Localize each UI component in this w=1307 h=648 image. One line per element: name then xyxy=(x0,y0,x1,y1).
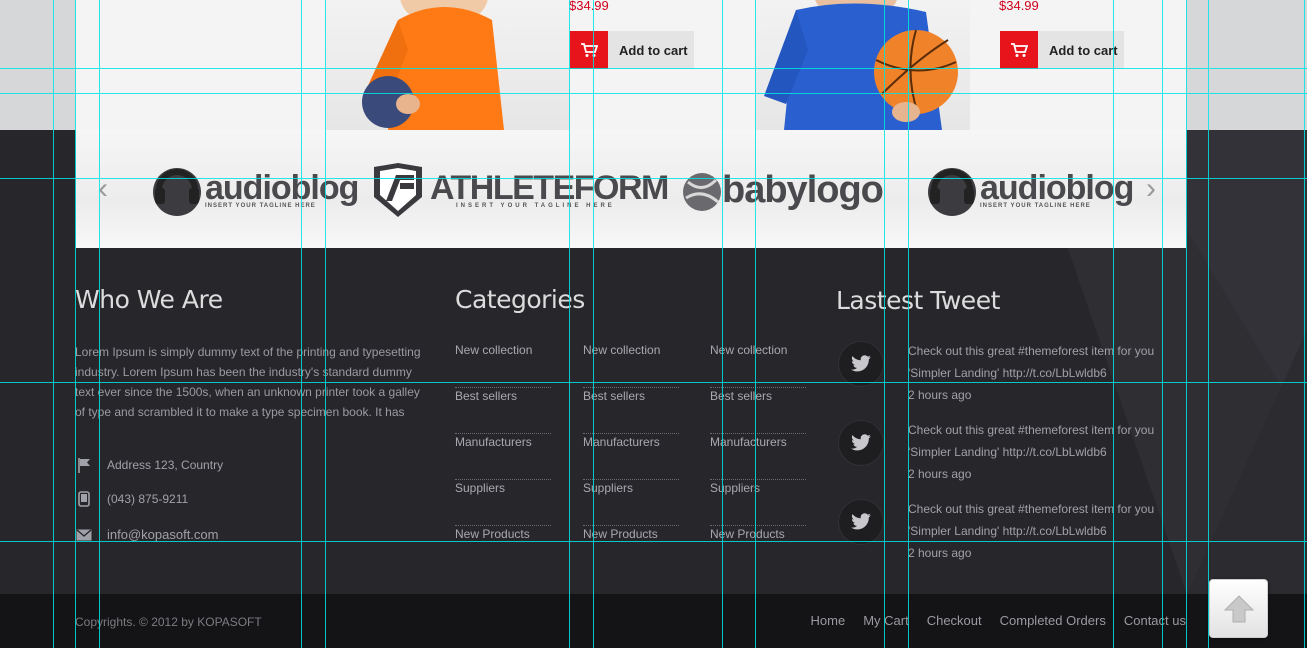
brand-logo[interactable]: babylogo xyxy=(682,162,884,218)
category-link[interactable]: Suppliers xyxy=(583,480,679,526)
phone-text: (043) 875-9211 xyxy=(107,492,189,506)
product-image-orange-shirt[interactable] xyxy=(326,0,570,130)
category-column: New collection Best sellers Manufacturer… xyxy=(583,342,679,572)
twitter-icon xyxy=(838,341,884,387)
category-link[interactable]: New Products xyxy=(583,526,679,572)
tweet-text: Check out this great #themeforest item f… xyxy=(908,423,1155,459)
tweet-text: Check out this great #themeforest item f… xyxy=(908,344,1155,380)
email-link[interactable]: info@kopasoft.com xyxy=(107,527,218,542)
who-we-are-heading: Who We Are xyxy=(75,285,223,314)
category-column: New collection Best sellers Manufacturer… xyxy=(455,342,551,572)
cart-icon xyxy=(1000,31,1038,69)
category-link[interactable]: New collection xyxy=(455,342,551,388)
address-text: Address 123, Country xyxy=(107,458,224,472)
footer-link-contact-us[interactable]: Contact us xyxy=(1124,613,1186,628)
category-link[interactable]: Manufacturers xyxy=(710,434,806,480)
shield-icon xyxy=(374,163,422,217)
add-to-cart-button[interactable]: Add to cart xyxy=(570,31,694,69)
category-link[interactable]: New Products xyxy=(710,526,806,572)
categories-heading: Categories xyxy=(455,285,585,314)
brand-logo[interactable]: audioblog INSERT YOUR TAGLINE HERE xyxy=(149,162,359,218)
brand-logo[interactable]: ATHLETEFORM INSERT YOUR TAGLINE HERE xyxy=(370,162,669,218)
brand-logo[interactable]: audioblog INSERT YOUR TAGLINE HERE xyxy=(924,162,1134,218)
brand-carousel: ‹ audioblog INSERT YOUR TAGLINE HERE ATHL… xyxy=(76,130,1186,248)
brand-name: audioblog xyxy=(980,169,1134,207)
category-link[interactable]: New Products xyxy=(455,526,551,572)
footer-link-my-cart[interactable]: My Cart xyxy=(863,613,909,628)
category-link[interactable]: New collection xyxy=(583,342,679,388)
copyright-text: Copyrights. © 2012 by KOPASOFT xyxy=(75,615,262,629)
category-link[interactable]: Suppliers xyxy=(455,480,551,526)
tweet-item: Check out this great #themeforest item f… xyxy=(836,498,1166,577)
contact-email[interactable]: info@kopasoft.com xyxy=(75,527,218,542)
twitter-icon xyxy=(838,420,884,466)
about-text: Lorem Ipsum is simply dummy text of the … xyxy=(75,345,421,419)
brand-name: audioblog xyxy=(205,169,359,207)
footer-link-checkout[interactable]: Checkout xyxy=(927,613,982,628)
category-link[interactable]: Best sellers xyxy=(583,388,679,434)
tweet-time: 2 hours ago xyxy=(908,467,972,481)
product-strip: $34.99 Add to cart $34.99 Add to cart xyxy=(0,0,1307,130)
carousel-next-arrow[interactable]: › xyxy=(1146,174,1156,204)
cart-icon xyxy=(570,31,608,69)
product-price: $34.99 xyxy=(569,0,609,13)
phone-icon xyxy=(75,491,93,507)
brand-name: babylogo xyxy=(722,169,884,211)
product-image-basketball[interactable] xyxy=(756,0,970,130)
arrow-up-icon xyxy=(1223,594,1254,622)
category-link[interactable]: Suppliers xyxy=(710,480,806,526)
tweet-item: Check out this great #themeforest item f… xyxy=(836,419,1166,498)
category-link[interactable]: Best sellers xyxy=(455,388,551,434)
tweet-item: Check out this great #themeforest item f… xyxy=(836,340,1166,419)
flag-icon xyxy=(75,457,93,473)
footer-nav: Home My Cart Checkout Completed Orders C… xyxy=(811,613,1186,628)
category-column: New collection Best sellers Manufacturer… xyxy=(710,342,806,572)
category-link[interactable]: Manufacturers xyxy=(455,434,551,480)
brand-name: ATHLETEFORM xyxy=(430,169,669,207)
add-to-cart-label: Add to cart xyxy=(619,42,688,58)
category-link[interactable]: Manufacturers xyxy=(583,434,679,480)
footer-link-home[interactable]: Home xyxy=(811,613,846,628)
tweet-time: 2 hours ago xyxy=(908,388,972,402)
latest-tweet-heading: Lastest Tweet xyxy=(836,286,1000,315)
mail-icon xyxy=(75,528,93,541)
twitter-icon xyxy=(838,499,884,545)
headphones-icon xyxy=(153,168,201,216)
category-link[interactable]: New collection xyxy=(710,342,806,388)
add-to-cart-button[interactable]: Add to cart xyxy=(1000,31,1124,69)
footer-link-completed-orders[interactable]: Completed Orders xyxy=(1000,613,1106,628)
tweet-time: 2 hours ago xyxy=(908,546,972,560)
headphones-icon xyxy=(928,168,976,216)
tweet-text: Check out this great #themeforest item f… xyxy=(908,502,1155,538)
bottom-bar: Copyrights. © 2012 by KOPASOFT Home My C… xyxy=(0,594,1307,648)
product-price: $34.99 xyxy=(999,0,1039,13)
contact-phone: (043) 875-9211 xyxy=(75,491,188,507)
add-to-cart-label: Add to cart xyxy=(1049,42,1118,58)
carousel-prev-arrow[interactable]: ‹ xyxy=(98,174,108,204)
back-to-top-button[interactable] xyxy=(1209,579,1268,638)
category-link[interactable]: Best sellers xyxy=(710,388,806,434)
contact-address: Address 123, Country xyxy=(75,457,223,473)
ball-icon xyxy=(683,173,721,211)
